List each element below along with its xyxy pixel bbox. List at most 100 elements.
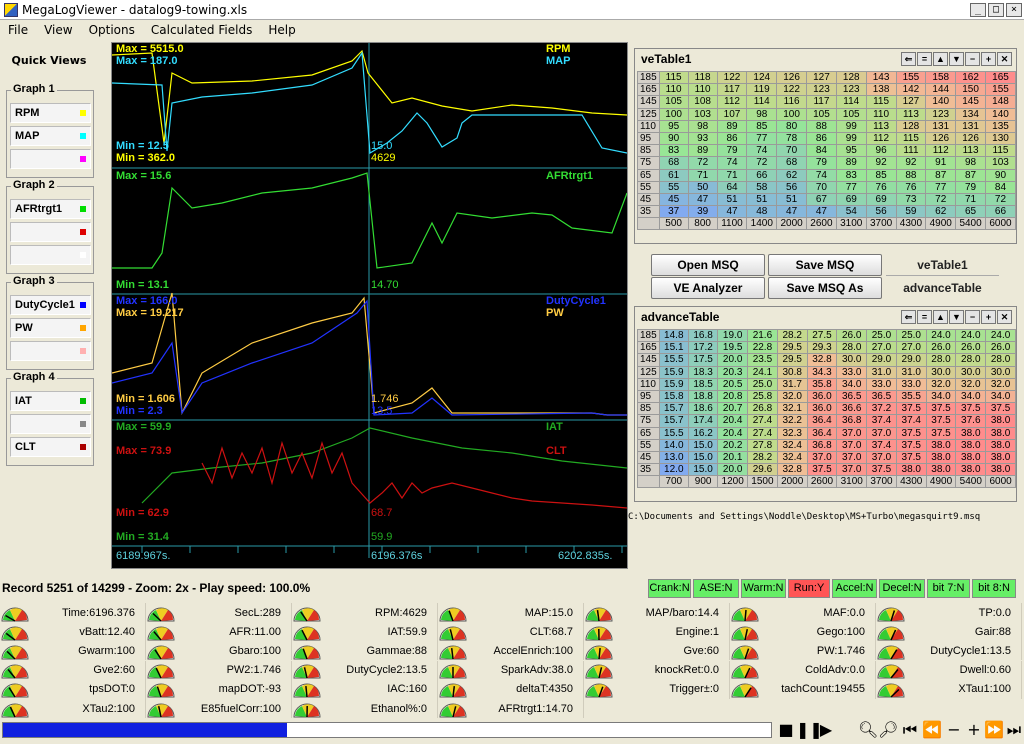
ve-up-icon[interactable]: ▲ (933, 52, 948, 66)
table-cell[interactable]: 25.0 (866, 328, 897, 343)
minimize-button[interactable]: _ (970, 2, 986, 17)
gauge[interactable]: Gbaro:100 (146, 641, 292, 661)
quick-view-slot[interactable] (10, 341, 91, 361)
table-cell[interactable]: 74 (716, 156, 748, 170)
table-cell[interactable]: 37.5 (895, 438, 927, 452)
table-cell[interactable]: 131 (955, 119, 986, 133)
table-cell[interactable]: 87 (925, 168, 957, 182)
ve-table-grid[interactable]: 185 115 118 122 124 126 127 128 143 155 158 162 165 1… (637, 70, 1017, 231)
table-cell[interactable]: 32.4 (776, 450, 808, 465)
table-cell[interactable]: 29.3 (806, 341, 838, 355)
table-cell[interactable]: 30.0 (925, 365, 957, 379)
table-cell[interactable]: 85 (746, 119, 778, 133)
adv-undo-icon[interactable]: ⇐ (901, 310, 916, 324)
maximize-button[interactable]: □ (988, 2, 1004, 17)
table-cell[interactable]: 122 (716, 70, 748, 85)
table-cell[interactable]: 37.5 (925, 402, 957, 416)
ve-plus-icon[interactable]: + (981, 52, 996, 66)
table-cell[interactable]: 28.0 (985, 353, 1016, 367)
table-cell[interactable]: 38.0 (985, 438, 1016, 452)
table-cell[interactable]: 15.0 (687, 450, 719, 465)
table-cell[interactable]: 37.2 (866, 402, 897, 416)
gauge[interactable]: MAP:15.0 (438, 603, 584, 622)
gauge[interactable]: DutyCycle1:13.5 (876, 641, 1022, 661)
table-cell[interactable]: 34.0 (985, 389, 1016, 404)
table-cell[interactable]: 58 (746, 180, 778, 194)
table-cell[interactable]: 20.5 (717, 377, 749, 391)
table-cell[interactable]: 138 (865, 83, 897, 97)
table-cell[interactable]: 85 (865, 168, 897, 182)
zoom-out-icon[interactable]: 🔍︎ (858, 720, 878, 740)
table-cell[interactable]: 37.0 (866, 426, 897, 440)
table-cell[interactable]: 98 (687, 119, 718, 133)
quick-view-slot[interactable]: DutyCycle1 (10, 295, 91, 315)
table-cell[interactable]: 92 (895, 156, 927, 170)
table-cell[interactable]: 37.5 (895, 426, 927, 440)
table-cell[interactable]: 34.3 (806, 365, 838, 379)
quick-view-slot[interactable] (10, 222, 91, 242)
table-cell[interactable]: 17.2 (687, 341, 719, 355)
table-cell[interactable]: 93 (687, 131, 718, 146)
table-cell[interactable]: 19.5 (717, 341, 749, 355)
table-cell[interactable]: 14.8 (658, 328, 689, 343)
table-cell[interactable]: 110 (687, 83, 718, 97)
play-icon[interactable]: ▶ (816, 720, 836, 740)
table-cell[interactable]: 31.0 (895, 365, 927, 379)
gauge[interactable]: PW:1.746 (730, 641, 876, 661)
table-cell[interactable]: 69 (865, 192, 897, 207)
gauge[interactable]: Trigger±:0 (584, 679, 730, 699)
table-cell[interactable]: 74 (746, 144, 778, 158)
table-cell[interactable]: 20.0 (717, 463, 749, 477)
close-button[interactable]: × (1006, 2, 1022, 17)
table-cell[interactable]: 95 (835, 144, 867, 158)
table-cell[interactable]: 36.5 (866, 389, 897, 404)
table-cell[interactable]: 79 (716, 144, 748, 158)
adv-up-icon[interactable]: ▲ (933, 310, 948, 324)
table-cell[interactable]: 38.0 (925, 438, 957, 452)
table-cell[interactable]: 38.0 (955, 463, 987, 477)
table-cell[interactable]: 90 (984, 168, 1017, 182)
table-cell[interactable]: 47 (687, 192, 718, 207)
table-cell[interactable]: 72 (746, 156, 778, 170)
table-cell[interactable]: 20.2 (717, 438, 749, 452)
table-cell[interactable]: 80 (776, 119, 808, 133)
gauge[interactable]: Gve2:60 (0, 660, 146, 680)
table-cell[interactable]: 113 (865, 119, 897, 133)
ve-equals-icon[interactable]: = (917, 52, 932, 66)
table-cell[interactable]: 37.0 (836, 450, 868, 465)
table-cell[interactable]: 155 (984, 83, 1017, 97)
gauge[interactable]: PW2:1.746 (146, 660, 292, 680)
table-cell[interactable]: 67 (806, 192, 837, 207)
table-cell[interactable]: 51 (776, 192, 808, 207)
table-cell[interactable]: 124 (746, 70, 778, 85)
table-cell[interactable]: 25.0 (747, 377, 778, 391)
table-cell[interactable]: 84 (984, 180, 1017, 194)
table-cell[interactable]: 32.8 (806, 353, 838, 367)
table-cell[interactable]: 98 (746, 107, 778, 121)
table-cell[interactable]: 86 (716, 131, 748, 146)
quick-view-slot[interactable]: RPM (10, 103, 91, 123)
table-cell[interactable]: 66 (746, 168, 778, 182)
table-cell[interactable]: 107 (716, 107, 748, 121)
gauge[interactable]: tachCount:19455 (730, 679, 876, 699)
table-cell[interactable]: 20.3 (717, 365, 749, 379)
table-cell[interactable]: 134 (955, 107, 986, 121)
menu-options[interactable]: Options (81, 23, 143, 37)
ve-multiply-icon[interactable]: ✕ (997, 52, 1012, 66)
table-cell[interactable]: 20.1 (717, 450, 749, 465)
quick-view-slot[interactable]: MAP (10, 126, 91, 146)
table-cell[interactable]: 72 (984, 192, 1017, 207)
table-cell[interactable]: 61 (658, 168, 689, 182)
table-cell[interactable]: 37.0 (836, 463, 868, 477)
gauge[interactable]: knockRet:0.0 (584, 660, 730, 680)
table-cell[interactable]: 144 (925, 83, 957, 97)
gauge[interactable]: Ethanol%:0 (292, 699, 438, 718)
table-cell[interactable]: 114 (746, 95, 778, 109)
graph-area[interactable]: Max = 5515.0 Max = 187.0 RPM MAP Min = 1… (111, 42, 628, 569)
table-cell[interactable]: 17.4 (687, 414, 719, 428)
gauge[interactable]: mapDOT:-93 (146, 679, 292, 699)
gauge[interactable]: AFRtrgt1:14.70 (438, 699, 584, 718)
table-cell[interactable]: 31.0 (866, 365, 897, 379)
quick-view-slot[interactable]: PW (10, 318, 91, 338)
table-cell[interactable]: 29.5 (776, 353, 808, 367)
